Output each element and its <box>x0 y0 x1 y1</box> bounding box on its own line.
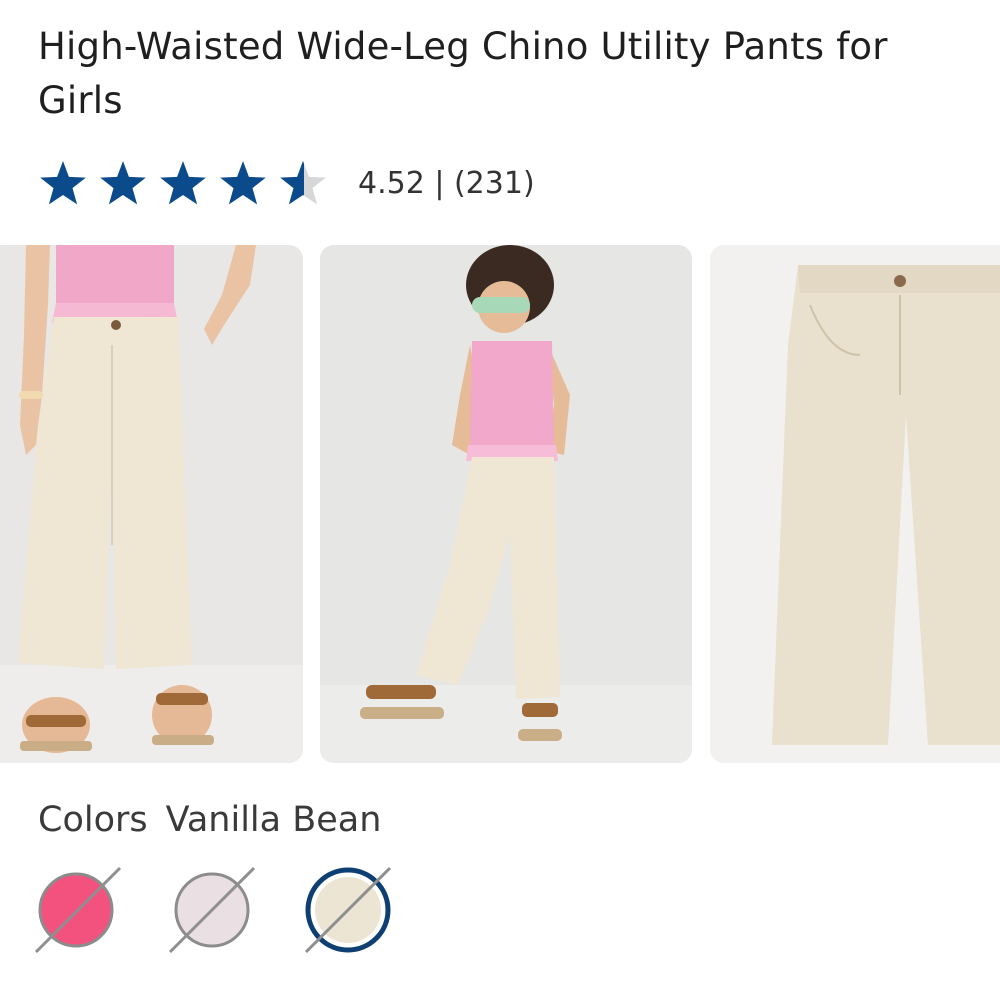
selected-color-name: Vanilla Bean <box>165 800 382 840</box>
product-image-flat-lay[interactable] <box>710 245 1000 763</box>
color-swatch-light-pink[interactable] <box>162 860 262 960</box>
star-icon <box>100 161 146 205</box>
product-image-model-front[interactable] <box>0 245 303 763</box>
product-image-model-full[interactable] <box>320 245 692 763</box>
star-icon <box>220 161 266 205</box>
half-star-icon <box>280 161 326 205</box>
rating-summary[interactable]: 4.52 | (231) <box>358 166 535 201</box>
color-swatch-pink[interactable] <box>28 860 128 960</box>
product-rating[interactable]: 4.52 | (231) <box>38 158 535 208</box>
colors-label: Colors <box>38 800 148 840</box>
product-title: High-Waisted Wide-Leg Chino Utility Pant… <box>38 25 888 122</box>
product-image-gallery[interactable] <box>0 245 1000 763</box>
star-icon <box>40 161 86 205</box>
star-rating <box>38 159 338 207</box>
color-swatches[interactable] <box>28 860 428 960</box>
star-icon <box>160 161 206 205</box>
color-swatch-vanilla-bean[interactable] <box>298 860 398 960</box>
color-selector-label: Colors Vanilla Bean <box>38 800 381 840</box>
